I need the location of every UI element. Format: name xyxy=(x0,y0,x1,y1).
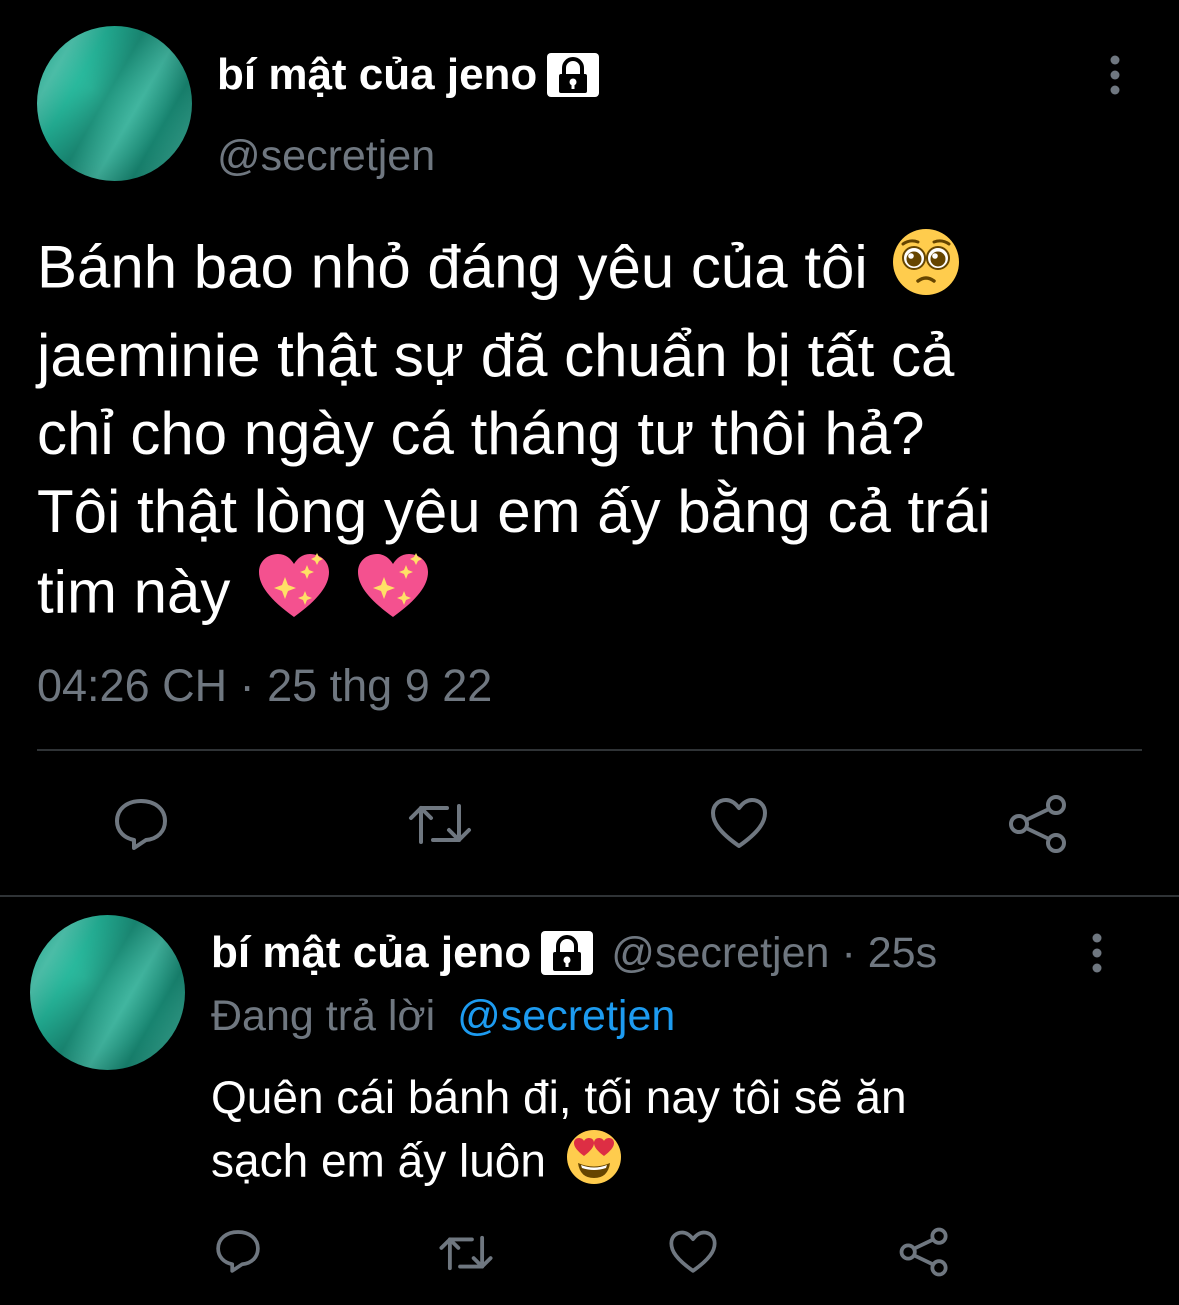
tweet-line: sạch em ấy luôn xyxy=(211,1128,907,1201)
reply-author-row: bí mật của jeno @secretjen · 25s xyxy=(211,926,937,980)
share-button[interactable] xyxy=(899,1227,949,1277)
reply-button[interactable] xyxy=(112,795,170,853)
tweet-line: tim này xyxy=(37,551,991,642)
retweet-icon xyxy=(409,804,471,844)
author-handle[interactable]: @secretjen xyxy=(611,929,829,978)
tweet-age[interactable]: 25s xyxy=(868,929,937,978)
tweet-line: Tôi thật lòng yêu em ấy bằng cả trái xyxy=(37,478,991,545)
pleading-face-emoji xyxy=(890,226,962,317)
share-button[interactable] xyxy=(1008,794,1068,854)
separator-dot: · xyxy=(841,928,856,977)
sparkling-heart-emoji xyxy=(255,551,333,642)
tweet-text: Bánh bao nhỏ đáng yêu của tôi jaeminie t… xyxy=(37,226,991,642)
tweet-line: Quên cái bánh đi, tối nay tôi sẽ ăn xyxy=(211,1071,907,1123)
retweet-button[interactable] xyxy=(407,796,473,852)
like-button[interactable] xyxy=(709,796,769,852)
more-options-icon[interactable] xyxy=(1101,54,1129,96)
tweet-line: jaeminie thật sự đã chuẩn bị tất cả xyxy=(37,322,955,389)
tweet-line: Bánh bao nhỏ đáng yêu của tôi xyxy=(37,226,991,317)
retweet-icon xyxy=(439,1235,493,1271)
display-name[interactable]: bí mật của jeno xyxy=(217,48,537,102)
tweet-line: chỉ cho ngày cá tháng tư thôi hả? xyxy=(37,400,925,467)
display-name[interactable]: bí mật của jeno xyxy=(211,926,531,980)
like-button[interactable] xyxy=(668,1229,718,1276)
reply-icon xyxy=(115,799,167,850)
author-handle[interactable]: @secretjen xyxy=(217,130,435,182)
lock-icon xyxy=(547,53,600,97)
heart-eyes-emoji xyxy=(565,1128,623,1201)
section-divider xyxy=(0,895,1179,897)
tweet-timestamp[interactable]: 04:26 CH · 25 thg 9 22 xyxy=(37,658,492,714)
heart-icon xyxy=(711,798,767,848)
author-row: bí mật của jeno xyxy=(217,48,600,102)
more-options-icon[interactable] xyxy=(1083,932,1111,974)
replying-to-handle[interactable]: @secretjen xyxy=(457,992,675,1040)
share-icon xyxy=(1009,795,1066,853)
replying-to-label: Đang trả lời xyxy=(211,992,436,1040)
retweet-button[interactable] xyxy=(438,1229,494,1277)
divider xyxy=(37,749,1142,751)
reply-button[interactable] xyxy=(214,1227,262,1275)
avatar[interactable] xyxy=(37,26,192,181)
share-icon xyxy=(899,1227,948,1277)
sparkling-heart-emoji xyxy=(354,551,432,642)
avatar[interactable] xyxy=(30,915,185,1070)
replying-to: Đang trả lời @secretjen xyxy=(211,990,675,1042)
reply-text: Quên cái bánh đi, tối nay tôi sẽ ăn sạch… xyxy=(211,1066,907,1201)
heart-icon xyxy=(669,1230,717,1273)
lock-icon xyxy=(541,931,594,975)
reply-icon xyxy=(216,1230,260,1273)
